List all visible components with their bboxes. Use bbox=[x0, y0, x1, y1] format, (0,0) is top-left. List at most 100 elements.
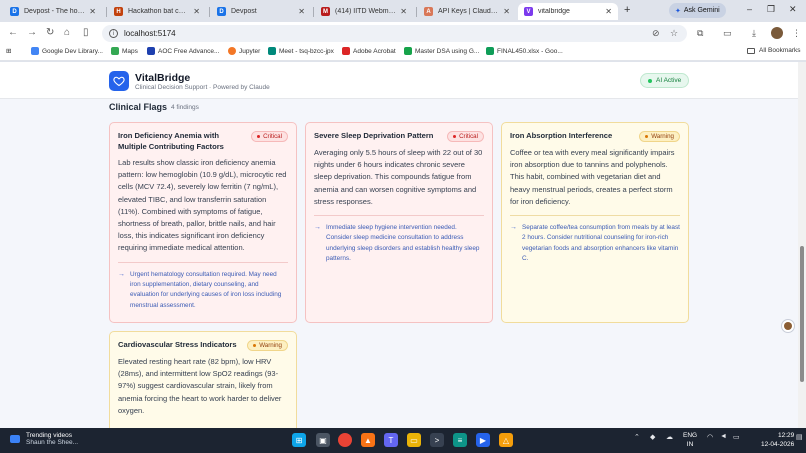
browser-tab-devpost-home[interactable]: D Devpost - The home fo ✕ bbox=[4, 3, 102, 20]
section-title: Clinical Flags bbox=[109, 102, 168, 112]
browser-tab-webmail[interactable]: M (414) IITD Webmail :: In ✕ bbox=[315, 3, 413, 20]
close-tab-icon[interactable]: ✕ bbox=[503, 7, 510, 16]
eye-off-icon[interactable]: ⊘ bbox=[652, 28, 660, 39]
close-tab-icon[interactable]: ✕ bbox=[298, 7, 305, 16]
bookmark-adobe-acrobat[interactable]: Adobe Acrobat bbox=[342, 47, 396, 55]
page-scrollbar[interactable] bbox=[798, 62, 806, 428]
forward-arrow-icon[interactable]: → bbox=[27, 27, 37, 38]
brave-icon[interactable]: ▲ bbox=[361, 433, 375, 447]
security-icon[interactable]: ◆ bbox=[650, 433, 655, 441]
bookmark-label: FINAL450.xlsx - Goo... bbox=[497, 47, 563, 55]
all-bookmarks-label: All Bookmarks bbox=[759, 47, 801, 54]
minimize-button[interactable]: – bbox=[747, 4, 752, 14]
flag-card-iron-deficiency: Iron Deficiency Anemia with Multiple Con… bbox=[109, 122, 297, 323]
cast-icon[interactable]: ▭ bbox=[723, 28, 732, 39]
volume-icon[interactable]: ◄ bbox=[720, 433, 727, 440]
news-title: Trending videos bbox=[26, 432, 73, 439]
vlc-icon[interactable]: △ bbox=[499, 433, 513, 447]
region-code: IN bbox=[686, 440, 694, 448]
bookmark-maps[interactable]: Maps bbox=[111, 47, 138, 55]
browser-tab-claude-api-keys[interactable]: A API Keys | Claude Platfo ✕ bbox=[418, 3, 516, 20]
task-view-icon[interactable]: ▣ bbox=[316, 433, 330, 447]
news-widget[interactable]: Trending videos Shaun the Shee... bbox=[10, 432, 78, 446]
app-header: VitalBridge Clinical Decision Support · … bbox=[0, 62, 798, 99]
bookmark-label: Google Dev Library... bbox=[42, 47, 103, 55]
ai-status-label: AI Active bbox=[656, 77, 682, 84]
severity-label: Warning bbox=[651, 133, 674, 140]
severity-badge: Critical bbox=[447, 131, 484, 142]
assistant-avatar-button[interactable] bbox=[781, 319, 795, 333]
bookmark-master-dsa[interactable]: Master DSA using G... bbox=[404, 47, 479, 55]
download-icon[interactable]: ⤓ bbox=[752, 28, 756, 39]
side-panel-icon[interactable]: ▯ bbox=[83, 27, 89, 38]
profile-avatar[interactable] bbox=[771, 27, 783, 39]
severity-badge: Warning bbox=[639, 131, 680, 142]
findings-count: 4 findings bbox=[171, 104, 199, 111]
video-icon bbox=[10, 435, 20, 443]
battery-icon[interactable]: ▭ bbox=[733, 433, 740, 441]
close-window-button[interactable]: ✕ bbox=[789, 4, 797, 15]
devpost-favicon-icon: D bbox=[217, 7, 226, 16]
system-clock[interactable]: 12:29 12-04-2026 bbox=[761, 432, 794, 449]
back-arrow-icon[interactable]: ← bbox=[8, 27, 18, 38]
notification-bell-icon[interactable]: ▤ bbox=[796, 433, 803, 441]
browser-tab-devpost[interactable]: D Devpost ✕ bbox=[211, 3, 311, 20]
teams-icon[interactable]: T bbox=[384, 433, 398, 447]
ask-gemini-button[interactable]: ✦ Ask Gemini bbox=[669, 3, 726, 18]
severity-badge: Warning bbox=[247, 340, 288, 351]
flag-title: Iron Absorption Interference bbox=[510, 131, 613, 140]
flag-description: Coffee or tea with every meal significan… bbox=[510, 148, 675, 206]
bookmark-meet[interactable]: Meet - tsq-bzcc-jpx bbox=[268, 47, 334, 55]
bookmark-google-dev-library[interactable]: Google Dev Library... bbox=[31, 47, 103, 55]
wifi-icon[interactable]: ◠ bbox=[707, 433, 713, 441]
flag-card-iron-absorption: Iron Absorption Interference Warning Cof… bbox=[501, 122, 689, 323]
flag-card-cardiovascular-stress: Cardiovascular Stress Indicators Warning… bbox=[109, 331, 297, 428]
clock-time: 12:29 bbox=[777, 432, 795, 439]
language-code: ENG bbox=[683, 432, 698, 439]
bookmark-jupyter[interactable]: Jupyter bbox=[228, 47, 260, 55]
close-tab-icon[interactable]: ✕ bbox=[89, 7, 96, 16]
terminal-icon[interactable]: > bbox=[430, 433, 444, 447]
chrome-icon[interactable] bbox=[338, 433, 352, 447]
severity-dot-icon bbox=[253, 344, 257, 347]
maximize-button[interactable]: ❐ bbox=[767, 4, 775, 15]
language-indicator[interactable]: ENG IN bbox=[683, 432, 697, 449]
all-bookmarks-button[interactable]: All Bookmarks bbox=[747, 47, 801, 54]
extensions-icon[interactable]: ⧉ bbox=[697, 28, 703, 39]
start-windows-icon[interactable]: ⊞ bbox=[292, 433, 306, 447]
close-tab-icon[interactable]: ✕ bbox=[605, 7, 612, 16]
home-icon[interactable]: ⌂ bbox=[64, 27, 70, 38]
gemini-sparkle-icon: ✦ bbox=[675, 7, 681, 15]
media-icon[interactable]: ▶ bbox=[476, 433, 490, 447]
bookmark-star-icon[interactable]: ☆ bbox=[670, 28, 678, 39]
browser-tab-hackathon[interactable]: H Hackathon bat challeng ✕ bbox=[108, 3, 206, 20]
address-bar[interactable]: i localhost:5174 bbox=[102, 25, 687, 42]
browser-toolbar: ← → ↻ ⌂ ▯ i localhost:5174 ⊘ ☆ ⧉ ▭ ⤓ ⋮ bbox=[0, 22, 806, 44]
flag-title: Iron Deficiency Anemia with Multiple Con… bbox=[118, 131, 224, 151]
new-tab-button[interactable]: + bbox=[624, 4, 630, 16]
bookmark-label: Master DSA using G... bbox=[415, 47, 480, 55]
site-info-icon[interactable]: i bbox=[109, 29, 118, 38]
tab-label: Devpost bbox=[231, 8, 257, 15]
close-tab-icon[interactable]: ✕ bbox=[193, 7, 200, 16]
vite-favicon-icon: V bbox=[524, 7, 533, 16]
file-explorer-icon[interactable]: ▭ bbox=[407, 433, 421, 447]
onedrive-icon[interactable]: ☁ bbox=[666, 433, 673, 441]
tab-label: Devpost - The home fo bbox=[24, 8, 85, 15]
severity-label: Warning bbox=[259, 342, 282, 349]
reload-icon[interactable]: ↻ bbox=[46, 27, 54, 38]
menu-kebab-icon[interactable]: ⋮ bbox=[792, 28, 801, 39]
tab-label: Hackathon bat challeng bbox=[128, 8, 189, 15]
notepad-icon[interactable]: ≡ bbox=[453, 433, 467, 447]
scrollbar-thumb[interactable] bbox=[800, 246, 804, 382]
severity-dot-icon bbox=[257, 135, 261, 138]
bookmark-aoc[interactable]: AOC Free Advance... bbox=[147, 47, 219, 55]
status-dot-icon bbox=[648, 78, 652, 83]
browser-tab-vitalbridge[interactable]: V vitalbridge ✕ bbox=[518, 3, 618, 20]
flag-recommendation: → Separate coffee/tea consumption from m… bbox=[510, 223, 680, 264]
mail-favicon-icon: M bbox=[321, 7, 330, 16]
bookmark-final450[interactable]: FINAL450.xlsx - Goo... bbox=[486, 47, 563, 55]
apps-grid-icon[interactable]: ⊞ bbox=[6, 47, 11, 55]
close-tab-icon[interactable]: ✕ bbox=[400, 7, 407, 16]
chevron-up-icon[interactable]: ⌃ bbox=[634, 433, 640, 441]
